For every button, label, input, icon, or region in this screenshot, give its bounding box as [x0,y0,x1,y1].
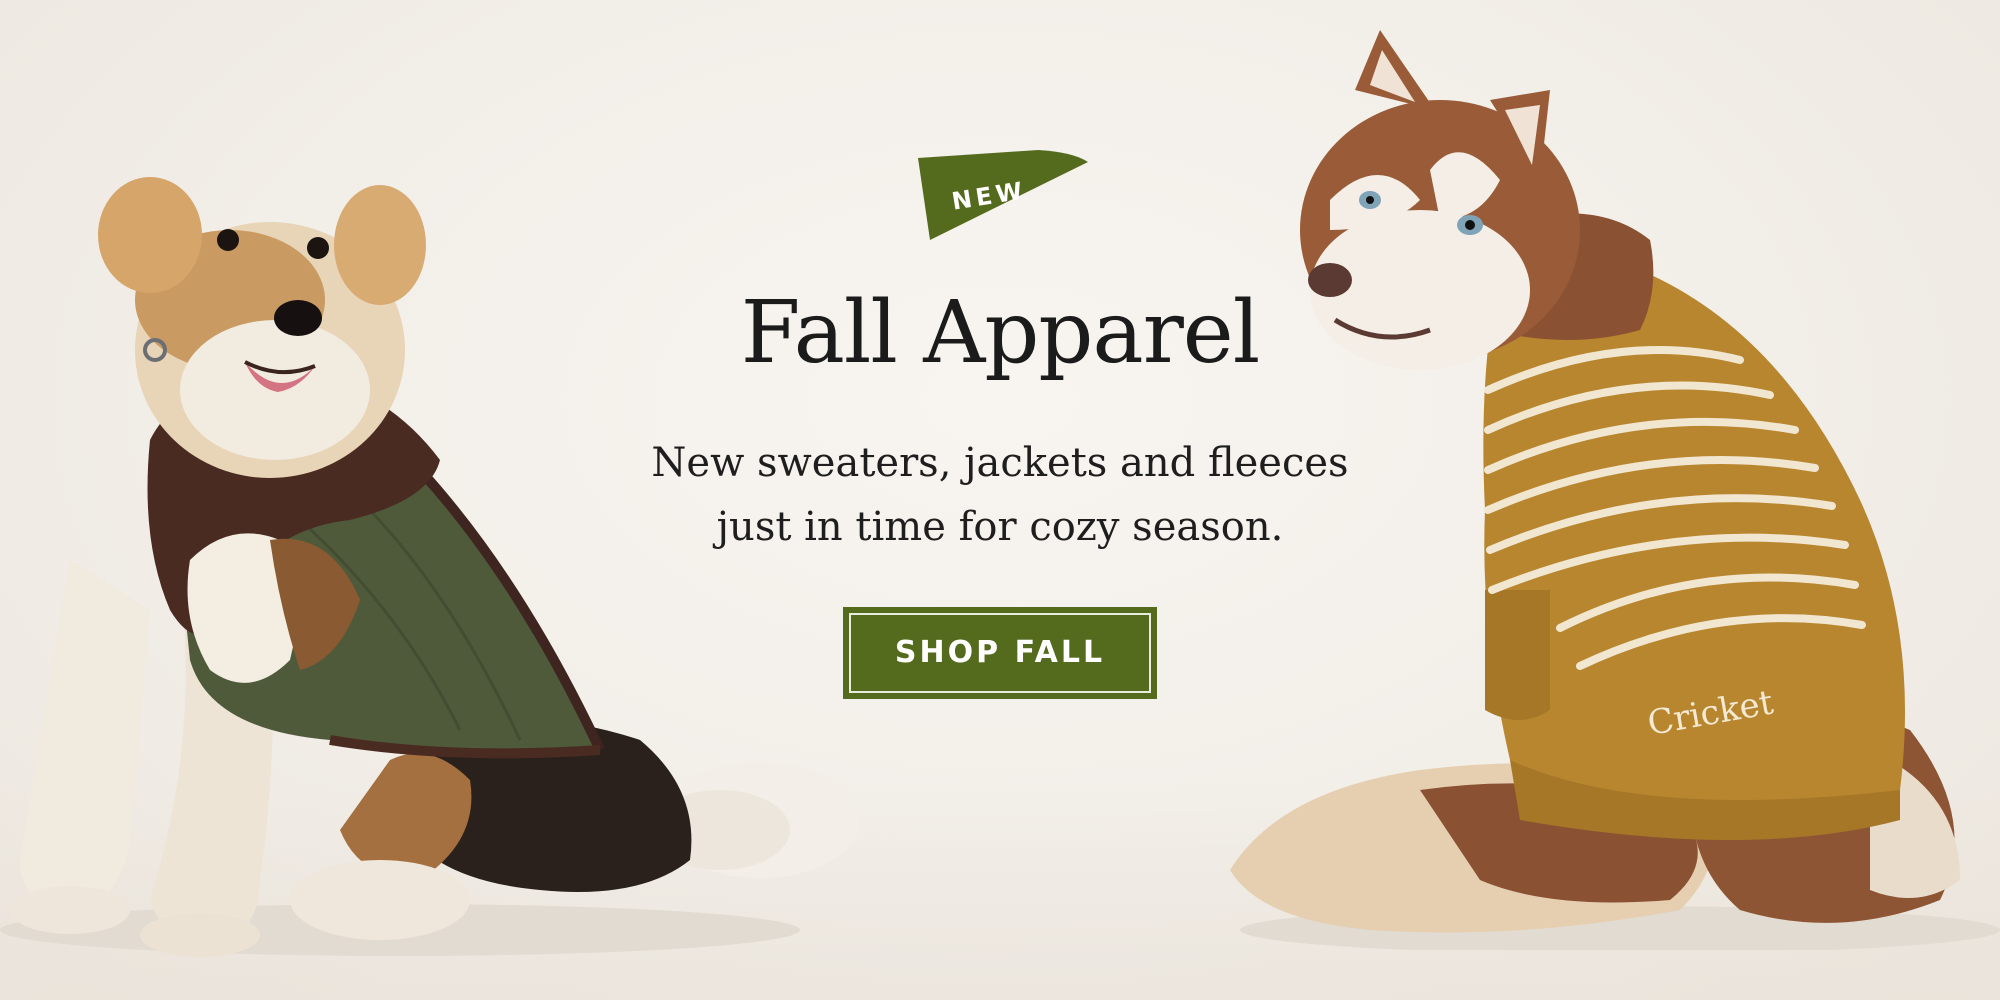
page-title: Fall Apparel [740,283,1260,383]
shop-fall-button-label: SHOP FALL [849,612,1151,693]
hero-subcopy: New sweaters, jackets and fleeces just i… [620,431,1380,559]
hero-subcopy-line-1: New sweaters, jackets and fleeces [651,439,1349,486]
hero-content: NEW Fall Apparel New sweaters, jackets a… [600,140,1400,699]
new-badge: NEW [918,140,1098,250]
shop-fall-button[interactable]: SHOP FALL [843,606,1157,699]
hero-subcopy-line-2: just in time for cozy season. [716,503,1284,550]
hero-banner: Cricket NEW Fall Apparel New sweaters, j… [0,0,2000,1000]
